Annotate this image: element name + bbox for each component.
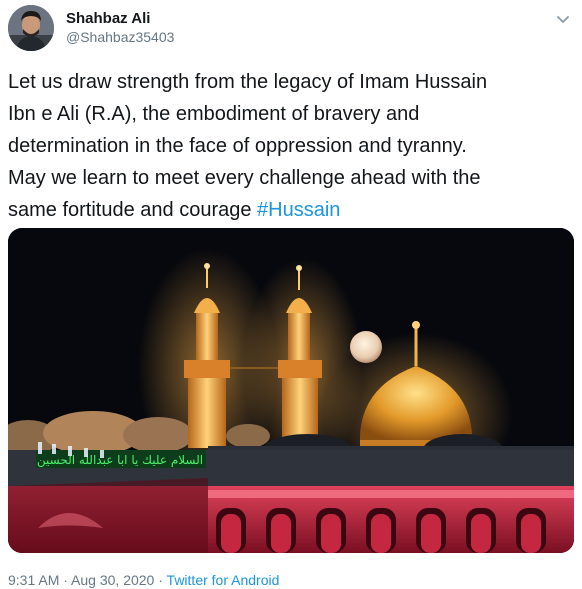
avatar[interactable] [8, 5, 54, 51]
arabic-banner-text: السلام عليك يا ابا عبدالله الحسين [37, 453, 203, 468]
tweet-text-line: determination in the face of oppression … [8, 135, 467, 157]
hashtag-link[interactable]: #Hussain [257, 199, 340, 221]
tweet-meta: 9:31 AM · Aug 30, 2020 · Twitter for And… [8, 572, 279, 588]
tweet-text-line: May we learn to meet every challenge ahe… [8, 167, 481, 189]
chevron-down-icon[interactable] [554, 10, 572, 28]
shrine-night-photo: السلام عليك يا ابا عبدالله الحسين [8, 228, 574, 553]
tweet-header: Shahbaz Ali @Shahbaz35403 [8, 4, 174, 52]
user-names: Shahbaz Ali @Shahbaz35403 [66, 9, 174, 47]
meta-separator: · [59, 572, 72, 588]
user-handle[interactable]: @Shahbaz35403 [66, 28, 174, 47]
tweet-image[interactable]: السلام عليك يا ابا عبدالله الحسين [8, 228, 574, 553]
display-name[interactable]: Shahbaz Ali [66, 9, 174, 28]
tweet-source-link[interactable]: Twitter for Android [167, 572, 280, 588]
avatar-image [8, 5, 54, 51]
meta-separator: · [154, 572, 167, 588]
tweet-text-tail: same fortitude and courage [8, 199, 258, 221]
tweet-text-line: Let us draw strength from the legacy of … [8, 71, 488, 93]
tweet-card: Shahbaz Ali @Shahbaz35403 Let us draw st… [0, 0, 582, 589]
tweet-date[interactable]: Aug 30, 2020 [71, 572, 154, 588]
tweet-text-line-last: same fortitude and courage #Hussain [8, 194, 574, 226]
tweet-text: Let us draw strength from the legacy of … [8, 66, 574, 226]
tweet-time[interactable]: 9:31 AM [8, 572, 59, 588]
tweet-text-line: Ibn e Ali (R.A), the embodiment of brave… [8, 103, 420, 125]
